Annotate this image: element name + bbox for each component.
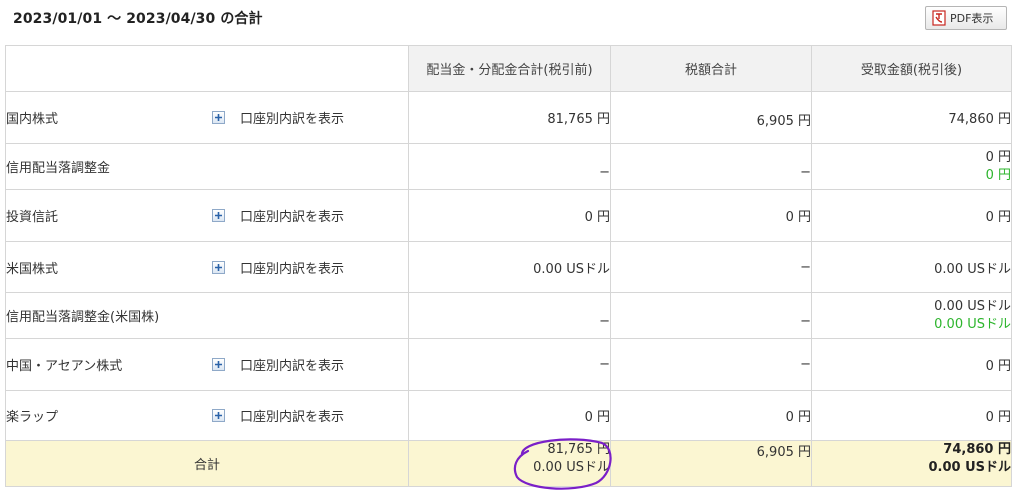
total-pretax-cell: 81,765 円 0.00 USドル xyxy=(408,440,611,487)
table-row-investment-trusts: 投資信託 口座別内訳を表示 0 円 0 円 0 円 xyxy=(5,189,1012,242)
row-label-cell: 投資信託 口座別内訳を表示 xyxy=(5,189,409,242)
header-blank-cell xyxy=(5,45,409,92)
pretax-cell: − xyxy=(408,292,611,339)
net-cell: 0 円 0 円 xyxy=(811,143,1012,190)
row-label-cell: 米国株式 口座別内訳を表示 xyxy=(5,241,409,293)
net-cell: 0 円 xyxy=(811,390,1012,441)
table-row-china-asean-stocks: 中国・アセアン株式 口座別内訳を表示 − − 0 円 xyxy=(5,338,1012,391)
net-value: 0.00 USドル xyxy=(934,298,1011,314)
show-account-breakdown-link[interactable]: 口座別内訳を表示 xyxy=(240,108,344,127)
net-cell: 0 円 xyxy=(811,189,1012,242)
table-row-raku-wrap: 楽ラップ 口座別内訳を表示 0 円 0 円 0 円 xyxy=(5,390,1012,441)
show-account-breakdown-link[interactable]: 口座別内訳を表示 xyxy=(240,355,344,374)
pdf-button-label: PDF表示 xyxy=(950,12,994,25)
show-account-breakdown-link[interactable]: 口座別内訳を表示 xyxy=(240,406,344,425)
expand-plus-icon[interactable] xyxy=(212,260,225,274)
total-net-usd: 0.00 USドル xyxy=(928,460,1011,475)
table-row-us-stocks: 米国株式 口座別内訳を表示 0.00 USドル − 0.00 USドル xyxy=(5,241,1012,293)
pretax-cell: − xyxy=(408,143,611,190)
pretax-cell: 81,765 円 xyxy=(408,91,611,144)
column-header-net: 受取金額(税引後) xyxy=(811,45,1012,92)
column-header-tax: 税額合計 xyxy=(610,45,812,92)
pretax-cell: 0 円 xyxy=(408,390,611,441)
pdf-display-button[interactable]: PDF表示 xyxy=(925,6,1007,30)
net-value: 0 円 xyxy=(985,149,1011,165)
row-label-cell: 中国・アセアン株式 口座別内訳を表示 xyxy=(5,338,409,391)
net-cell: 74,860 円 xyxy=(811,91,1012,144)
expand-plus-icon[interactable] xyxy=(212,409,225,422)
net-value-green: 0 円 xyxy=(985,167,1011,183)
row-label-cell: 楽ラップ 口座別内訳を表示 xyxy=(5,390,409,441)
expand-plus-icon[interactable] xyxy=(212,111,225,124)
row-label: 信用配当落調整金 xyxy=(6,161,111,176)
column-header-pretax: 配当金・分配金合計(税引前) xyxy=(408,45,611,92)
table-row-margin-dividend-adjustment-us: 信用配当落調整金(米国株) − − 0.00 USドル 0.00 USドル xyxy=(5,292,1012,339)
row-label: 国内株式 xyxy=(6,112,59,127)
row-label: 信用配当落調整金(米国株) xyxy=(6,310,160,325)
tax-cell: − xyxy=(610,292,812,339)
show-account-breakdown-link[interactable]: 口座別内訳を表示 xyxy=(240,258,344,277)
page-title: 2023/01/01 〜 2023/04/30 の合計 xyxy=(13,11,263,27)
pretax-cell: − xyxy=(408,338,611,391)
table-header-row: 配当金・分配金合計(税引前) 税額合計 受取金額(税引後) xyxy=(5,45,1012,92)
table-row-domestic-stocks: 国内株式 口座別内訳を表示 81,765 円 6,905 円 74,860 円 xyxy=(5,91,1012,144)
tax-cell: − xyxy=(610,143,812,190)
pretax-cell: 0.00 USドル xyxy=(408,241,611,293)
net-cell: 0.00 USドル 0.00 USドル xyxy=(811,292,1012,339)
dividend-summary-table: 配当金・分配金合計(税引前) 税額合計 受取金額(税引後) 国内株式 口座別内訳… xyxy=(5,45,1012,487)
total-net-cell: 74,860 円 0.00 USドル xyxy=(811,440,1012,487)
total-pretax-yen: 81,765 円 xyxy=(547,442,610,457)
net-cell: 0 円 xyxy=(811,338,1012,391)
table-row-margin-dividend-adjustment: 信用配当落調整金 − − 0 円 0 円 xyxy=(5,143,1012,190)
row-label-cell: 信用配当落調整金(米国株) xyxy=(5,292,409,339)
expand-plus-icon[interactable] xyxy=(212,358,225,371)
row-label-cell: 信用配当落調整金 xyxy=(5,143,409,190)
total-pretax-usd: 0.00 USドル xyxy=(533,460,610,475)
expand-plus-icon[interactable] xyxy=(212,209,225,222)
tax-cell: − xyxy=(610,338,812,391)
row-label-cell: 国内株式 口座別内訳を表示 xyxy=(5,91,409,144)
tax-cell: 0 円 xyxy=(610,390,812,441)
net-value-green: 0.00 USドル xyxy=(934,316,1011,332)
row-label: 中国・アセアン株式 xyxy=(6,359,123,374)
tax-cell: 0 円 xyxy=(610,189,812,242)
row-label: 投資信託 xyxy=(6,210,59,225)
row-label: 米国株式 xyxy=(6,261,59,277)
net-cell: 0.00 USドル xyxy=(811,241,1012,293)
total-tax-cell: 6,905 円 xyxy=(610,440,812,487)
show-account-breakdown-link[interactable]: 口座別内訳を表示 xyxy=(240,206,344,225)
row-label: 楽ラップ xyxy=(6,410,59,425)
total-net-yen: 74,860 円 xyxy=(943,442,1011,457)
pretax-cell: 0 円 xyxy=(408,189,611,242)
tax-cell: − xyxy=(610,241,812,293)
tax-cell: 6,905 円 xyxy=(610,91,812,144)
total-label: 合計 xyxy=(5,440,409,487)
table-row-total: 合計 81,765 円 0.00 USドル 6,905 円 74,860 円 0… xyxy=(5,440,1012,487)
pdf-icon xyxy=(932,10,946,26)
